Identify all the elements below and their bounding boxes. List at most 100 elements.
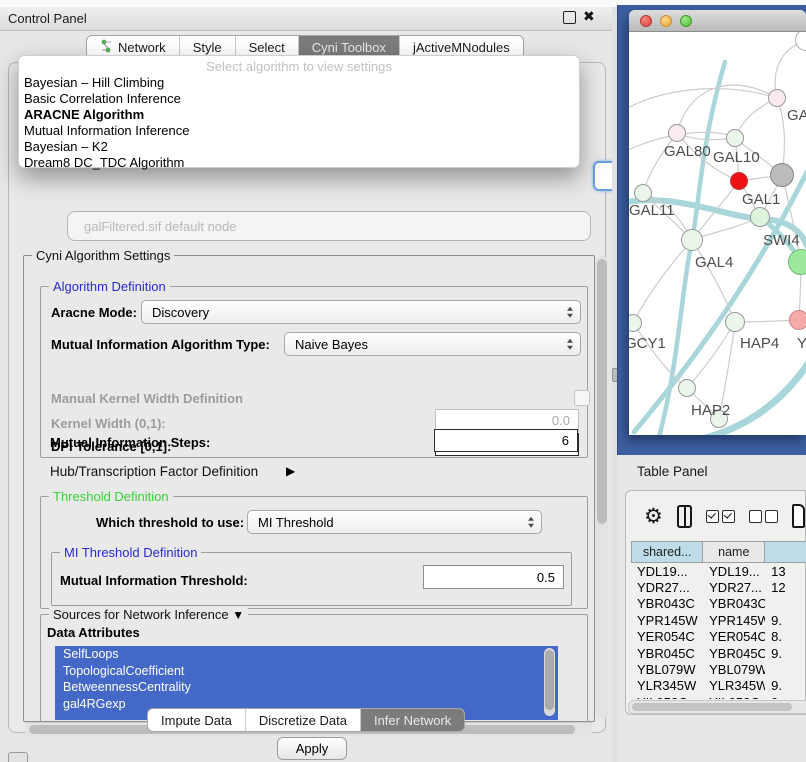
gear-icon[interactable]: ⚙	[644, 506, 663, 527]
table-cell: YDR27...	[631, 579, 703, 595]
table-panel-title: Table Panel	[637, 464, 708, 479]
mi-threshold-field[interactable]: 0.5	[423, 565, 564, 589]
mi-steps-field[interactable]: 6	[434, 429, 578, 452]
table-panel: ⚙ shared...name YDL19...YDL19...13YDR27.…	[625, 490, 806, 715]
node-GAL80[interactable]	[668, 124, 686, 142]
kernel-width-label: Kernel Width (0,1):	[51, 416, 166, 431]
table-cell: YER054C	[631, 629, 703, 645]
apply-button[interactable]: Apply	[277, 737, 347, 760]
node-GAL11[interactable]	[634, 184, 652, 202]
scrollbar-thumb[interactable]	[632, 703, 792, 711]
which-threshold-select[interactable]: MI Threshold	[247, 510, 542, 534]
tab-label: jActiveMNodules	[413, 40, 510, 55]
select-all-checkboxes-icon[interactable]	[706, 510, 735, 523]
table-row[interactable]: YDR27...YDR27...12	[631, 579, 806, 595]
table-row[interactable]: YER054CYER054C8.	[631, 629, 806, 645]
tab-label: Infer Network	[374, 713, 451, 728]
tab-infer-network[interactable]: Infer Network	[361, 709, 464, 731]
column-header-shared-[interactable]: shared...	[631, 541, 703, 563]
table-cell: YDR27...	[703, 579, 765, 595]
node-salmon[interactable]	[789, 310, 806, 330]
mi-threshold-value: 0.5	[537, 570, 555, 585]
which-threshold-label: Which threshold to use:	[96, 515, 244, 530]
node-red-selected[interactable]	[730, 172, 748, 190]
table-cell: YPR145W	[631, 612, 703, 628]
expand-right-icon[interactable]: ▶	[286, 464, 295, 478]
minimize-traffic-light-icon[interactable]	[660, 15, 672, 27]
aracne-mode-select[interactable]: Discovery	[141, 300, 581, 324]
control-panel-titlebar: Control Panel	[0, 7, 612, 31]
export-table-icon[interactable]	[792, 504, 805, 528]
table-cell: 12	[765, 579, 806, 595]
close-icon[interactable]: ✖	[583, 8, 595, 25]
column-header-name[interactable]: name	[703, 541, 765, 563]
mini-palette-icon[interactable]	[8, 752, 28, 762]
float-window-icon[interactable]	[563, 11, 576, 24]
node-pink-top[interactable]	[768, 89, 786, 107]
network-table-combo[interactable]: galFiltered.sif default node	[67, 211, 591, 241]
node-table: shared...name YDL19...YDL19...13YDR27...…	[631, 541, 806, 699]
table-cell: YBL079W	[703, 661, 765, 677]
network-view-window: GALGAL80GAL10GAL1GAL11SWI4GAL4GCY1HAP4YH…	[629, 10, 806, 435]
panel-title: Control Panel	[8, 11, 87, 26]
mi-type-select[interactable]: Naive Bayes	[284, 332, 581, 356]
node-HAP4[interactable]	[725, 312, 745, 332]
dropdown-placeholder: Select algorithm to view settings	[19, 59, 579, 75]
table-row[interactable]: YDL19...YDL19...13	[631, 563, 806, 579]
mi-type-value: Naive Bayes	[295, 337, 368, 352]
algorithm-option-bayesian-hill-climbing[interactable]: Bayesian – Hill Climbing	[19, 75, 579, 91]
table-row[interactable]: YLR345WYLR345W9.	[631, 678, 806, 694]
manual-kernel-checkbox[interactable]	[574, 390, 590, 406]
table-cell: YBR045C	[703, 645, 765, 661]
data-attributes-label: Data Attributes	[47, 625, 140, 640]
mi-threshold-definition-group: MI Threshold Definition Mutual Informati…	[51, 552, 572, 606]
node-label-gcy1: GCY1	[629, 335, 666, 352]
sources-group: Sources for Network Inference ▼ Data Att…	[40, 614, 588, 722]
algorithm-option-dream8-dc-tdc-algorithm[interactable]: Dream8 DC_TDC Algorithm	[19, 155, 579, 171]
collapse-down-icon[interactable]: ▼	[232, 608, 244, 622]
tab-discretize-data[interactable]: Discretize Data	[246, 709, 361, 731]
algorithm-option-bayesian-k2[interactable]: Bayesian – K2	[19, 139, 579, 155]
node-GAL10[interactable]	[726, 129, 744, 147]
group-title: Cyni Algorithm Settings	[32, 248, 174, 263]
attribute-item-topologicalcoefficient[interactable]: TopologicalCoefficient	[55, 663, 558, 680]
deselect-all-checkboxes-icon[interactable]	[749, 510, 778, 523]
table-row[interactable]: YBR045CYBR045C9.	[631, 645, 806, 661]
vertical-scrollbar[interactable]	[595, 256, 608, 719]
attribute-item-betweennesscentrality[interactable]: BetweennessCentrality	[55, 679, 558, 696]
node-GAL1[interactable]	[750, 207, 770, 227]
tab-impute-data[interactable]: Impute Data	[148, 709, 246, 731]
node-label-gal10: GAL10	[713, 149, 760, 166]
node-HAP2[interactable]	[678, 379, 696, 397]
attribute-item-selfloops[interactable]: SelfLoops	[55, 646, 558, 663]
kernel-width-value: 0.0	[552, 413, 570, 428]
scrollbar-thumb[interactable]	[597, 259, 607, 524]
table-row[interactable]: YPR145WYPR145W9.	[631, 612, 806, 628]
group-title: Sources for Network Inference ▼	[49, 607, 248, 622]
table-row[interactable]: YBR043CYBR043C	[631, 596, 806, 612]
tab-label: Style	[193, 40, 222, 55]
list-scrollbar[interactable]	[544, 648, 555, 716]
network-window-titlebar[interactable]	[629, 10, 806, 32]
table-cell: 9.	[765, 612, 806, 628]
table-horizontal-scrollbar[interactable]	[628, 700, 806, 714]
table-row[interactable]: YBL079WYBL079W	[631, 661, 806, 677]
algorithm-list: Bayesian – Hill ClimbingBasic Correlatio…	[19, 75, 579, 171]
algorithm-option-basic-correlation-inference[interactable]: Basic Correlation Inference	[19, 91, 579, 107]
algorithm-option-mutual-information-inference[interactable]: Mutual Information Inference	[19, 123, 579, 139]
threshold-definition-group: Threshold Definition Which threshold to …	[40, 496, 588, 609]
network-canvas[interactable]: GALGAL80GAL10GAL1GAL11SWI4GAL4GCY1HAP4YH…	[629, 32, 806, 435]
zoom-traffic-light-icon[interactable]	[680, 15, 692, 27]
table-row[interactable]: YIL052CYIL052C9.	[631, 694, 806, 699]
node-gray[interactable]	[770, 163, 794, 187]
node-GAL4[interactable]	[681, 229, 703, 251]
algorithm-option-aracne-algorithm[interactable]: ARACNE Algorithm	[19, 107, 579, 123]
hub-definition-label: Hub/Transcription Factor Definition	[50, 464, 258, 479]
mi-type-label: Mutual Information Algorithm Type:	[51, 337, 270, 352]
node-label-hap4: HAP4	[740, 335, 779, 352]
close-traffic-light-icon[interactable]	[640, 15, 652, 27]
column-header-clipped[interactable]	[765, 541, 806, 563]
split-columns-icon[interactable]	[677, 505, 692, 528]
table-cell: YDL19...	[631, 563, 703, 579]
scrollbar-thumb[interactable]	[545, 650, 554, 710]
